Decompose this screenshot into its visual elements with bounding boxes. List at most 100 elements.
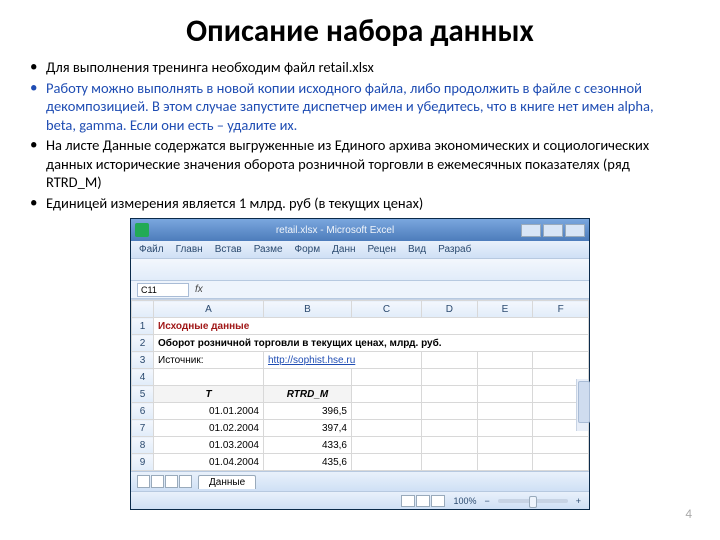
ribbon-tab[interactable]: Форм [295, 244, 321, 255]
tab-nav-first-icon[interactable] [137, 475, 150, 488]
ribbon-tab[interactable]: Встав [215, 244, 242, 255]
column-header[interactable]: D [422, 301, 478, 318]
status-bar: 100% − + [131, 491, 589, 509]
ribbon-toolbar [131, 259, 589, 281]
cell[interactable] [422, 369, 478, 386]
tab-nav-next-icon[interactable] [165, 475, 178, 488]
ribbon-tab[interactable]: Вид [408, 244, 426, 255]
cell[interactable]: 396,5 [264, 403, 352, 420]
close-button[interactable] [565, 224, 585, 237]
cell[interactable] [477, 403, 533, 420]
vertical-scrollbar[interactable] [576, 379, 588, 431]
cell[interactable] [422, 386, 478, 403]
ribbon-tab[interactable]: Данн [332, 244, 355, 255]
excel-logo-icon [135, 223, 149, 237]
cell[interactable] [477, 420, 533, 437]
cell[interactable] [533, 352, 589, 369]
ribbon-tab[interactable]: Разме [254, 244, 283, 255]
bullet-item: Единицей измерения является 1 млрд. руб … [46, 194, 686, 213]
cell[interactable]: 397,4 [264, 420, 352, 437]
cell[interactable] [352, 386, 422, 403]
cell[interactable]: 01.04.2004 [154, 454, 264, 471]
cell[interactable] [352, 369, 422, 386]
row-header[interactable]: 4 [132, 369, 154, 386]
cell[interactable] [533, 437, 589, 454]
cell[interactable] [533, 454, 589, 471]
cell[interactable] [422, 352, 478, 369]
select-all-corner[interactable] [132, 301, 154, 318]
row-header[interactable]: 8 [132, 437, 154, 454]
cell[interactable] [352, 454, 422, 471]
zoom-out-icon[interactable]: − [484, 496, 489, 506]
cell[interactable] [422, 420, 478, 437]
bullet-item: На листе Данные содержатся выгруженные и… [46, 136, 686, 192]
cell[interactable] [422, 437, 478, 454]
cell[interactable]: http://sophist.hse.ru [264, 352, 422, 369]
ribbon-tab[interactable]: Главн [176, 244, 203, 255]
view-normal-icon[interactable] [401, 495, 415, 507]
cell[interactable]: 435,6 [264, 454, 352, 471]
column-header[interactable]: E [477, 301, 533, 318]
column-header[interactable]: C [352, 301, 422, 318]
row-header[interactable]: 5 [132, 386, 154, 403]
bullet-item: Для выполнения тренинга необходим файл r… [46, 58, 686, 77]
fx-icon[interactable]: fx [195, 284, 203, 295]
column-header[interactable]: B [264, 301, 352, 318]
ribbon-tab[interactable]: Разраб [438, 244, 471, 255]
page-number: 4 [685, 507, 692, 522]
tab-nav-prev-icon[interactable] [151, 475, 164, 488]
cell[interactable]: 01.01.2004 [154, 403, 264, 420]
ribbon-tabs: Файл Главн Встав Разме Форм Данн Рецен В… [131, 241, 589, 259]
cell[interactable] [352, 403, 422, 420]
cell[interactable]: Источник: [154, 352, 264, 369]
formula-bar: C11 fx [131, 281, 589, 299]
cell[interactable] [352, 437, 422, 454]
view-layout-icon[interactable] [416, 495, 430, 507]
sheet-tab[interactable]: Данные [198, 475, 256, 489]
ribbon-tab[interactable]: Рецен [368, 244, 397, 255]
slide-title: Описание набора данных [0, 0, 720, 58]
tab-nav-last-icon[interactable] [179, 475, 192, 488]
cell[interactable]: T [154, 386, 264, 403]
bullet-item: Работу можно выполнять в новой копии исх… [46, 79, 686, 135]
cell[interactable]: 433,6 [264, 437, 352, 454]
row-header[interactable]: 9 [132, 454, 154, 471]
ribbon-tab[interactable]: Файл [139, 244, 164, 255]
zoom-slider[interactable] [498, 499, 568, 503]
excel-window: retail.xlsx - Microsoft Excel Файл Главн… [130, 218, 590, 510]
cell[interactable] [477, 369, 533, 386]
cell[interactable]: Исходные данные [154, 318, 589, 335]
cell[interactable] [477, 454, 533, 471]
cell[interactable] [352, 420, 422, 437]
cell[interactable] [422, 403, 478, 420]
source-link[interactable]: http://sophist.hse.ru [268, 355, 355, 366]
zoom-level[interactable]: 100% [453, 496, 476, 506]
view-break-icon[interactable] [431, 495, 445, 507]
spreadsheet-grid: A B C D E F 1 Исходные данные 2 Оборот р… [131, 299, 589, 471]
column-header[interactable]: A [154, 301, 264, 318]
window-title: retail.xlsx - Microsoft Excel [153, 225, 517, 236]
cell[interactable] [477, 437, 533, 454]
cell[interactable] [477, 352, 533, 369]
minimize-button[interactable] [521, 224, 541, 237]
name-box[interactable]: C11 [137, 283, 189, 297]
column-header[interactable]: F [533, 301, 589, 318]
row-header[interactable]: 6 [132, 403, 154, 420]
cell[interactable] [477, 386, 533, 403]
cell[interactable] [154, 369, 264, 386]
row-header[interactable]: 3 [132, 352, 154, 369]
cell[interactable]: 01.03.2004 [154, 437, 264, 454]
cell[interactable]: RTRD_M [264, 386, 352, 403]
cell[interactable]: Оборот розничной торговли в текущих цена… [154, 335, 589, 352]
cell[interactable] [264, 369, 352, 386]
row-header[interactable]: 7 [132, 420, 154, 437]
row-header[interactable]: 2 [132, 335, 154, 352]
zoom-in-icon[interactable]: + [576, 496, 581, 506]
cell[interactable]: 01.02.2004 [154, 420, 264, 437]
titlebar: retail.xlsx - Microsoft Excel [131, 219, 589, 241]
sheet-tab-bar: Данные [131, 471, 589, 491]
cell[interactable] [422, 454, 478, 471]
bullet-list: Для выполнения тренинга необходим файл r… [0, 58, 720, 212]
row-header[interactable]: 1 [132, 318, 154, 335]
maximize-button[interactable] [543, 224, 563, 237]
